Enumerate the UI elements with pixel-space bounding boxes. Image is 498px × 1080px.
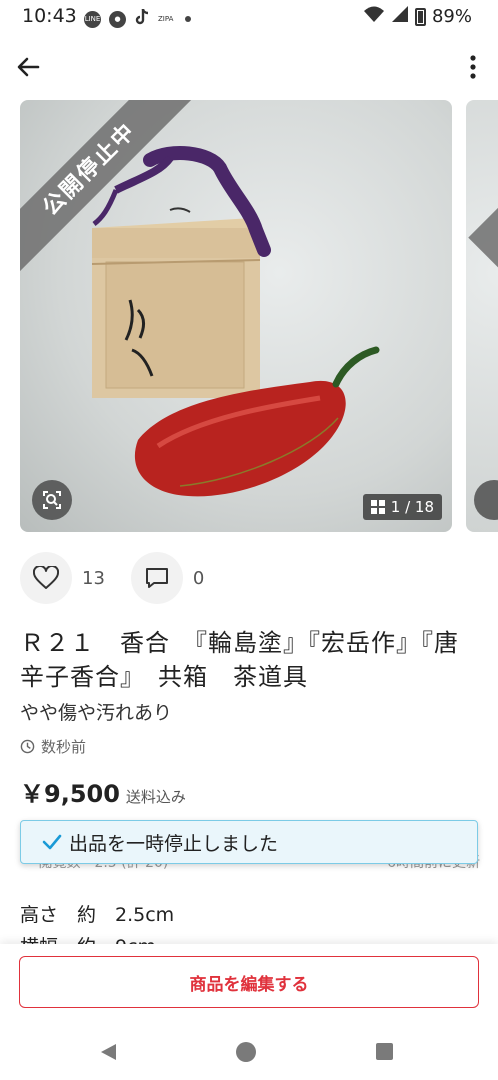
posted-time: 数秒前: [20, 736, 86, 757]
line-icon: LINE: [84, 10, 101, 28]
image-search-button[interactable]: [32, 480, 72, 520]
back-button[interactable]: [14, 52, 44, 82]
engagement-bar: 13 0: [20, 552, 230, 604]
comment-count: 0: [192, 567, 205, 589]
paused-ribbon-peek: [468, 103, 498, 269]
notification-icons: LINE ● ZIPA: [84, 8, 192, 30]
product-photo[interactable]: 公開停止中 1 / 18: [20, 100, 452, 532]
status-toast: 出品を一時停止しました: [20, 820, 478, 864]
description-height: 高さ 約 2.5cm: [20, 904, 175, 926]
notification-icon: ●: [109, 10, 126, 28]
wifi-icon: [363, 5, 385, 28]
toast-message: 出品を一時停止しました: [69, 832, 279, 855]
edit-item-button[interactable]: 商品を編集する: [19, 956, 479, 1008]
photo-counter-text: 1 / 18: [390, 498, 434, 516]
like-button[interactable]: [20, 552, 72, 604]
clock-icon: [20, 739, 35, 754]
zipair-icon: ZIPA: [158, 15, 174, 23]
more-menu-button[interactable]: [468, 54, 478, 80]
shipping-note: 送料込み: [125, 788, 186, 806]
battery-icon: [414, 7, 426, 26]
nav-back-button[interactable]: [98, 1042, 118, 1066]
lens-search-icon: [43, 491, 61, 509]
heart-icon: [33, 566, 59, 589]
signal-icon: [391, 5, 409, 28]
nav-home-button[interactable]: [236, 1042, 256, 1062]
next-photo-peek[interactable]: [466, 100, 498, 532]
image-search-button-peek: [474, 480, 498, 520]
arrow-left-icon: [17, 57, 40, 77]
photo-counter: 1 / 18: [362, 494, 442, 520]
status-bar: 10:43 LINE ● ZIPA 89%: [0, 0, 498, 34]
description-width: 横幅 約 9cm: [20, 932, 156, 944]
posted-time-text: 数秒前: [41, 738, 87, 756]
price-value: ￥9,500: [20, 780, 120, 808]
status-time: 10:43: [22, 5, 77, 27]
bottom-action-bar: 商品を編集する: [0, 944, 498, 1030]
like-count: 13: [82, 567, 105, 589]
nav-recent-button[interactable]: [376, 1043, 393, 1060]
price-block: ￥9,500 送料込み: [20, 774, 186, 809]
more-notifications-icon: [185, 16, 192, 22]
tiktok-icon: [134, 8, 150, 30]
triangle-back-icon: [101, 1044, 116, 1060]
photo-carousel[interactable]: 公開停止中 1 / 18: [20, 100, 498, 532]
item-condition: やや傷や汚れあり: [20, 702, 173, 724]
battery-level: 89%: [431, 6, 472, 27]
system-status: 89%: [363, 5, 472, 28]
system-nav-bar: [0, 1030, 498, 1080]
app-bar: [0, 44, 498, 90]
check-icon: [42, 834, 62, 850]
item-title: Ｒ２１ 香合 『輪島塗』『宏岳作』『唐辛子香合』 共箱 茶道具: [20, 629, 459, 691]
comment-button[interactable]: [130, 552, 183, 604]
more-vertical-icon: [470, 55, 476, 79]
comment-icon: [145, 568, 168, 588]
grid-icon: [370, 500, 385, 514]
